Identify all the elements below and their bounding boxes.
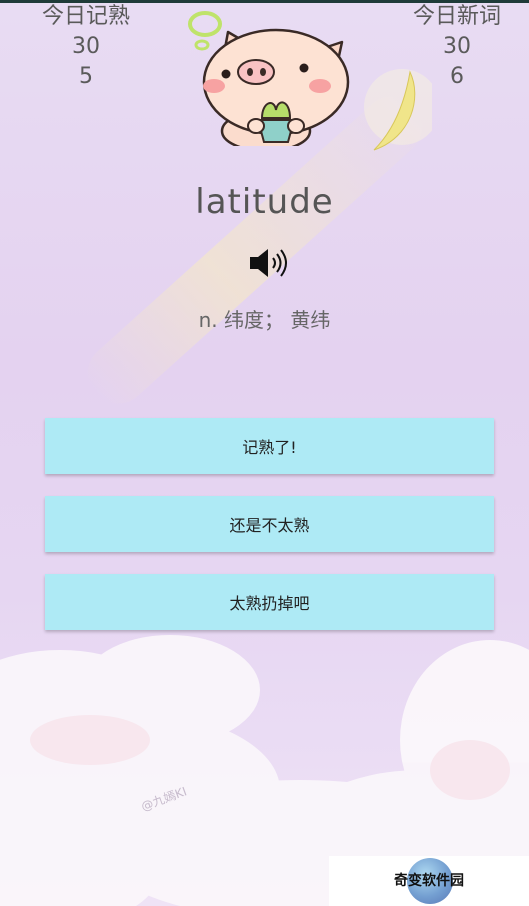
known-button[interactable]: 记熟了!: [45, 418, 494, 474]
pig-mascot-illustration: [188, 11, 350, 146]
known-today-title: 今日记熟: [41, 4, 130, 29]
vocabulary-word: latitude: [195, 182, 334, 222]
speaker-icon[interactable]: [248, 247, 294, 279]
known-today-total: 30: [72, 34, 100, 59]
new-today-title: 今日新词: [412, 4, 501, 29]
too-familiar-button[interactable]: 太熟扔掉吧: [45, 574, 494, 630]
site-watermark: 奇变软件园: [329, 856, 529, 906]
new-today-stat: 今日新词 30 6: [387, 2, 527, 92]
new-today-count: 6: [450, 64, 464, 89]
known-today-stat: 今日记熟 30 5: [16, 2, 156, 92]
word-definition: n. 纬度； 黄纬: [198, 308, 331, 332]
not-familiar-button[interactable]: 还是不太熟: [45, 496, 494, 552]
watermark-text: 奇变软件园: [394, 873, 464, 889]
new-today-total: 30: [443, 34, 471, 59]
known-today-count: 5: [79, 64, 93, 89]
